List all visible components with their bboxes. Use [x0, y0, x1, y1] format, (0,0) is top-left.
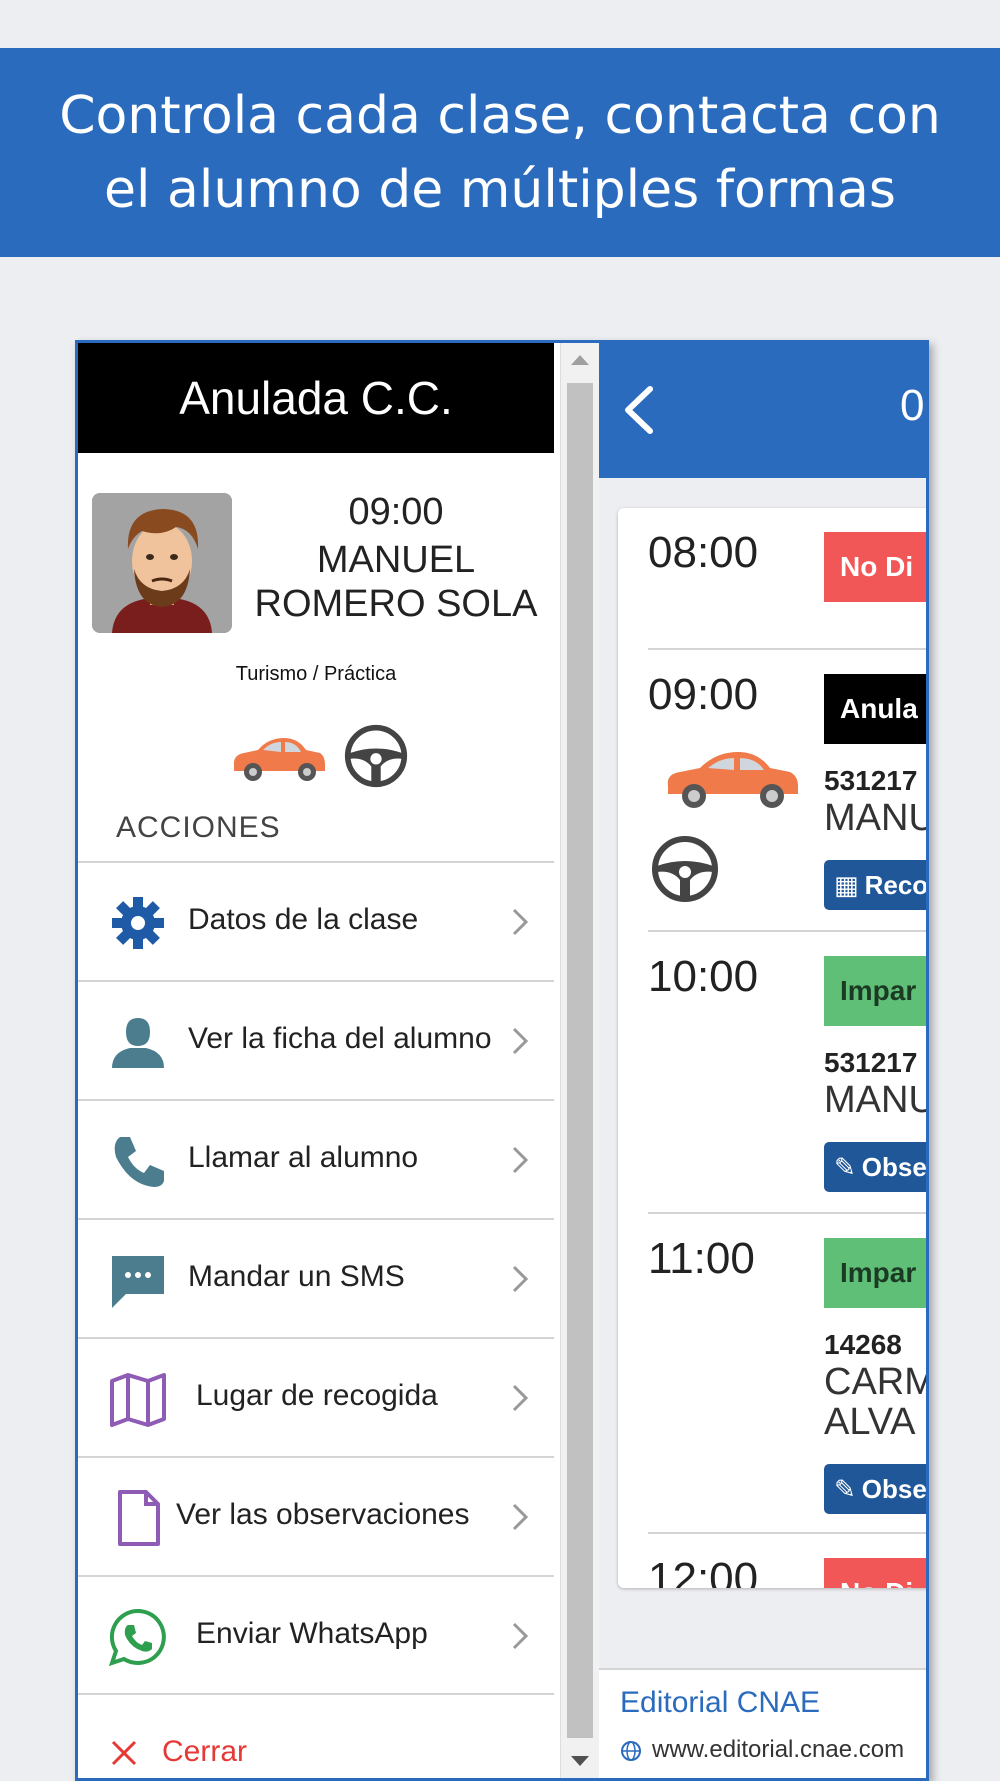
time-slot-1100[interactable]: 11:00 Impar 14268 CARM ALVA ✎ Obse: [648, 1212, 929, 1534]
menu-item-label: Llamar al alumno: [188, 1141, 419, 1174]
footer-title: Editorial CNAE: [620, 1686, 821, 1719]
car-icon: [233, 738, 325, 781]
chevron-right-icon: [512, 1503, 529, 1531]
agenda-screen: 0 08:00 No Di 09:00 Anula 531217 MANU ▦ …: [598, 343, 926, 1778]
menu-item-lugar-recogida[interactable]: Lugar de recogida: [78, 1337, 554, 1457]
whatsapp-icon: [108, 1608, 166, 1667]
button-label: Obse: [861, 1151, 927, 1182]
student-name-first: CARM: [824, 1361, 929, 1403]
sms-icon: [112, 1256, 164, 1308]
status-badge: No Di: [824, 532, 926, 602]
phone-icon: [114, 1137, 164, 1187]
status-badge: Impar: [824, 1238, 926, 1308]
menu-item-datos-clase[interactable]: Datos de la clase: [78, 861, 554, 981]
status-badge: Anula: [824, 674, 926, 744]
button-label: Reco: [864, 869, 929, 900]
steering-wheel-icon: [344, 724, 408, 788]
gear-icon: [112, 897, 164, 949]
chevron-right-icon: [512, 1146, 529, 1174]
button-label: Obse: [861, 1473, 927, 1504]
menu-item-label: Lugar de recogida: [196, 1379, 438, 1412]
map-icon: [110, 1373, 166, 1427]
student-name: MANU: [824, 797, 929, 839]
time-slot-0900[interactable]: 09:00 Anula 531217 MANU ▦ Reco: [648, 648, 929, 932]
class-type: Turismo / Práctica: [235, 663, 397, 685]
menu-item-label: Datos de la clase: [188, 903, 419, 936]
car-icon: [667, 752, 798, 808]
menu-item-label: Ver las observaciones: [176, 1498, 470, 1531]
slot-time: 09:00: [648, 670, 759, 719]
close-icon: [111, 1740, 137, 1766]
scrollbar[interactable]: [560, 343, 599, 1778]
time-slot-1000[interactable]: 10:00 Impar 531217 MANU ✎ Obse: [648, 930, 929, 1214]
menu-item-llamar[interactable]: Llamar al alumno: [78, 1099, 554, 1219]
phone-screenshot: 0 08:00 No Di 09:00 Anula 531217 MANU ▦ …: [75, 340, 929, 1781]
chevron-right-icon: [512, 1384, 529, 1412]
close-button[interactable]: Cerrar: [78, 1693, 554, 1778]
chevron-right-icon: [512, 1265, 529, 1293]
student-name-line-2: ROMERO SOLA: [254, 583, 538, 625]
recogida-button[interactable]: ▦ Reco: [824, 860, 929, 910]
student-name: MANU: [824, 1079, 929, 1121]
class-status-header: Anulada C.C.: [78, 343, 554, 453]
menu-item-sms[interactable]: Mandar un SMS: [78, 1218, 554, 1338]
student-code: 531217: [824, 765, 918, 796]
class-time: 09:00: [348, 491, 444, 533]
student-avatar-icon: [92, 493, 232, 633]
slot-time: 08:00: [648, 528, 759, 577]
chevron-right-icon: [512, 1027, 529, 1055]
scroll-thumb[interactable]: [567, 383, 593, 1738]
student-code: 14268: [824, 1329, 902, 1360]
menu-item-ficha-alumno[interactable]: Ver la ficha del alumno: [78, 980, 554, 1100]
steering-wheel-icon: [652, 836, 718, 902]
chevron-right-icon: [512, 908, 529, 936]
time-slot-1200[interactable]: 12:00 No Di: [648, 1532, 926, 1588]
status-badge: Impar: [824, 956, 926, 1026]
student-name: MANUEL ROMERO SOLA: [238, 538, 554, 626]
chevron-right-icon: [512, 1622, 529, 1650]
slot-time: 10:00: [648, 952, 759, 1001]
menu-item-observaciones[interactable]: Ver las observaciones: [78, 1456, 554, 1576]
menu-item-whatsapp[interactable]: Enviar WhatsApp: [78, 1575, 554, 1695]
observaciones-button[interactable]: ✎ Obse: [824, 1142, 927, 1192]
header-banner: Controla cada clase, contacta con el alu…: [0, 48, 1000, 257]
scroll-up-arrow[interactable]: [571, 355, 589, 365]
footer-url[interactable]: www.editorial.cnae.com: [652, 1736, 904, 1764]
actions-heading: ACCIONES: [116, 811, 281, 844]
student-code: 531217: [824, 1047, 918, 1078]
pencil-icon: ✎: [834, 1473, 856, 1504]
close-label: Cerrar: [162, 1735, 248, 1768]
banner-line-2: el alumno de múltiples formas: [104, 159, 896, 220]
pencil-icon: ✎: [834, 1151, 856, 1182]
schedule-card: 08:00 No Di 09:00 Anula 531217 MANU ▦ Re…: [618, 508, 929, 1588]
globe-icon: [621, 1741, 641, 1761]
user-icon: [112, 1018, 164, 1068]
menu-item-label: Mandar un SMS: [188, 1260, 405, 1293]
class-actions-panel: Anulada C.C. 09:00 MANUEL ROMERO SOLA Tu…: [78, 343, 560, 1778]
student-name-line-1: MANUEL: [316, 539, 476, 581]
banner-line-1: Controla cada clase, contacta con: [59, 85, 941, 146]
map-icon: ▦: [834, 869, 859, 900]
app-header: 0: [598, 343, 926, 478]
document-icon: [118, 1490, 160, 1546]
avatar: [92, 493, 232, 633]
time-slot-0800[interactable]: 08:00 No Di: [648, 508, 926, 648]
menu-item-label: Ver la ficha del alumno: [188, 1022, 492, 1055]
status-badge: No Di: [824, 1558, 926, 1588]
back-arrow-icon[interactable]: [620, 383, 660, 438]
slot-time: 11:00: [648, 1234, 755, 1283]
observaciones-button[interactable]: ✎ Obse: [824, 1464, 927, 1514]
menu-item-label: Enviar WhatsApp: [196, 1617, 428, 1650]
student-name-second: ALVA: [824, 1401, 916, 1443]
scroll-down-arrow[interactable]: [571, 1756, 589, 1766]
slot-time: 12:00: [648, 1554, 759, 1588]
app-footer: Editorial CNAE www.editorial.cnae.com: [598, 1668, 926, 1778]
header-date: 0: [900, 381, 925, 430]
